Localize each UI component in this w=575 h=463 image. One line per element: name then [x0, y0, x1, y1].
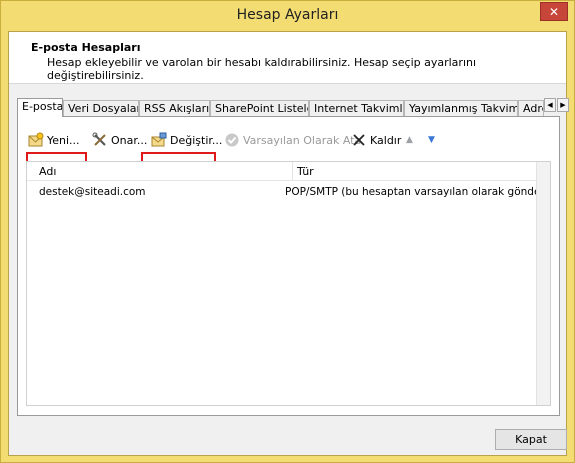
remove-x-icon [351, 132, 367, 148]
tools-icon [92, 132, 108, 148]
change-button[interactable]: Değiştir... [151, 129, 222, 151]
vertical-scrollbar[interactable] [536, 162, 550, 405]
list-item[interactable]: destek@siteadi.com POP/SMTP (bu hesaptan… [27, 184, 549, 200]
account-name: destek@siteadi.com [39, 186, 146, 198]
move-down-arrow-icon[interactable]: ▼ [428, 129, 435, 151]
tab-internet-calendars[interactable]: Internet Takvimleri [309, 100, 404, 116]
dialog-header: E-posta Hesapları Hesap ekleyebilir ve v… [9, 32, 566, 84]
checkmark-icon [224, 132, 240, 148]
account-settings-window: Hesap Ayarları ✕ E-posta Hesapları Hesap… [0, 0, 575, 463]
new-email-icon [28, 132, 44, 148]
new-account-button[interactable]: Yeni... [28, 129, 80, 151]
account-type: POP/SMTP (bu hesaptan varsayılan olarak … [285, 186, 549, 198]
dialog-client-area: E-posta Hesapları Hesap ekleyebilir ve v… [8, 31, 569, 456]
close-button[interactable]: Kapat [495, 429, 567, 450]
tab-data-files[interactable]: Veri Dosyaları [63, 100, 139, 116]
accounts-list[interactable]: Adı Tür destek@siteadi.com POP/SMTP (bu … [26, 161, 551, 406]
tab-scroll-left-icon[interactable]: ◀ [544, 98, 556, 112]
repair-button[interactable]: Onar... [92, 129, 147, 151]
set-default-label: Varsayılan Olarak Ata [243, 133, 362, 147]
header-title: E-posta Hesapları [31, 41, 141, 54]
move-up-arrow-icon[interactable]: ▲ [406, 129, 413, 151]
change-account-icon [151, 132, 167, 148]
tab-strip: E-posta Veri Dosyaları RSS Akışları Shar… [17, 98, 569, 117]
column-header-type[interactable]: Tür [297, 165, 314, 178]
email-tab-panel: Yeni... Onar... Değiştir... Varsayılan O… [17, 116, 560, 416]
tab-scroll-right-icon[interactable]: ▶ [557, 98, 569, 112]
header-description: Hesap ekleyebilir ve varolan bir hesabı … [47, 56, 477, 82]
tab-sharepoint-lists[interactable]: SharePoint Listeleri [210, 100, 309, 116]
tab-address-books[interactable]: Adres [518, 100, 544, 116]
set-default-button[interactable]: Varsayılan Olarak Ata [224, 129, 361, 151]
tab-rss-feeds[interactable]: RSS Akışları [139, 100, 210, 116]
tab-published-calendars[interactable]: Yayımlanmış Takvimler [404, 100, 518, 116]
repair-label: Onar... [111, 133, 148, 147]
change-label: Değiştir... [170, 133, 223, 147]
window-title: Hesap Ayarları [236, 7, 339, 23]
new-account-label: Yeni... [47, 133, 80, 147]
window-close-button[interactable]: ✕ [540, 2, 568, 21]
column-divider[interactable] [292, 162, 293, 181]
tab-email[interactable]: E-posta [17, 98, 63, 117]
list-header: Adı Tür [27, 162, 550, 181]
column-header-name[interactable]: Adı [39, 165, 56, 178]
account-toolbar: Yeni... Onar... Değiştir... Varsayılan O… [24, 129, 544, 153]
remove-button[interactable]: Kaldır [351, 129, 401, 151]
remove-label: Kaldır [370, 133, 402, 147]
title-bar[interactable]: Hesap Ayarları ✕ [1, 1, 574, 31]
